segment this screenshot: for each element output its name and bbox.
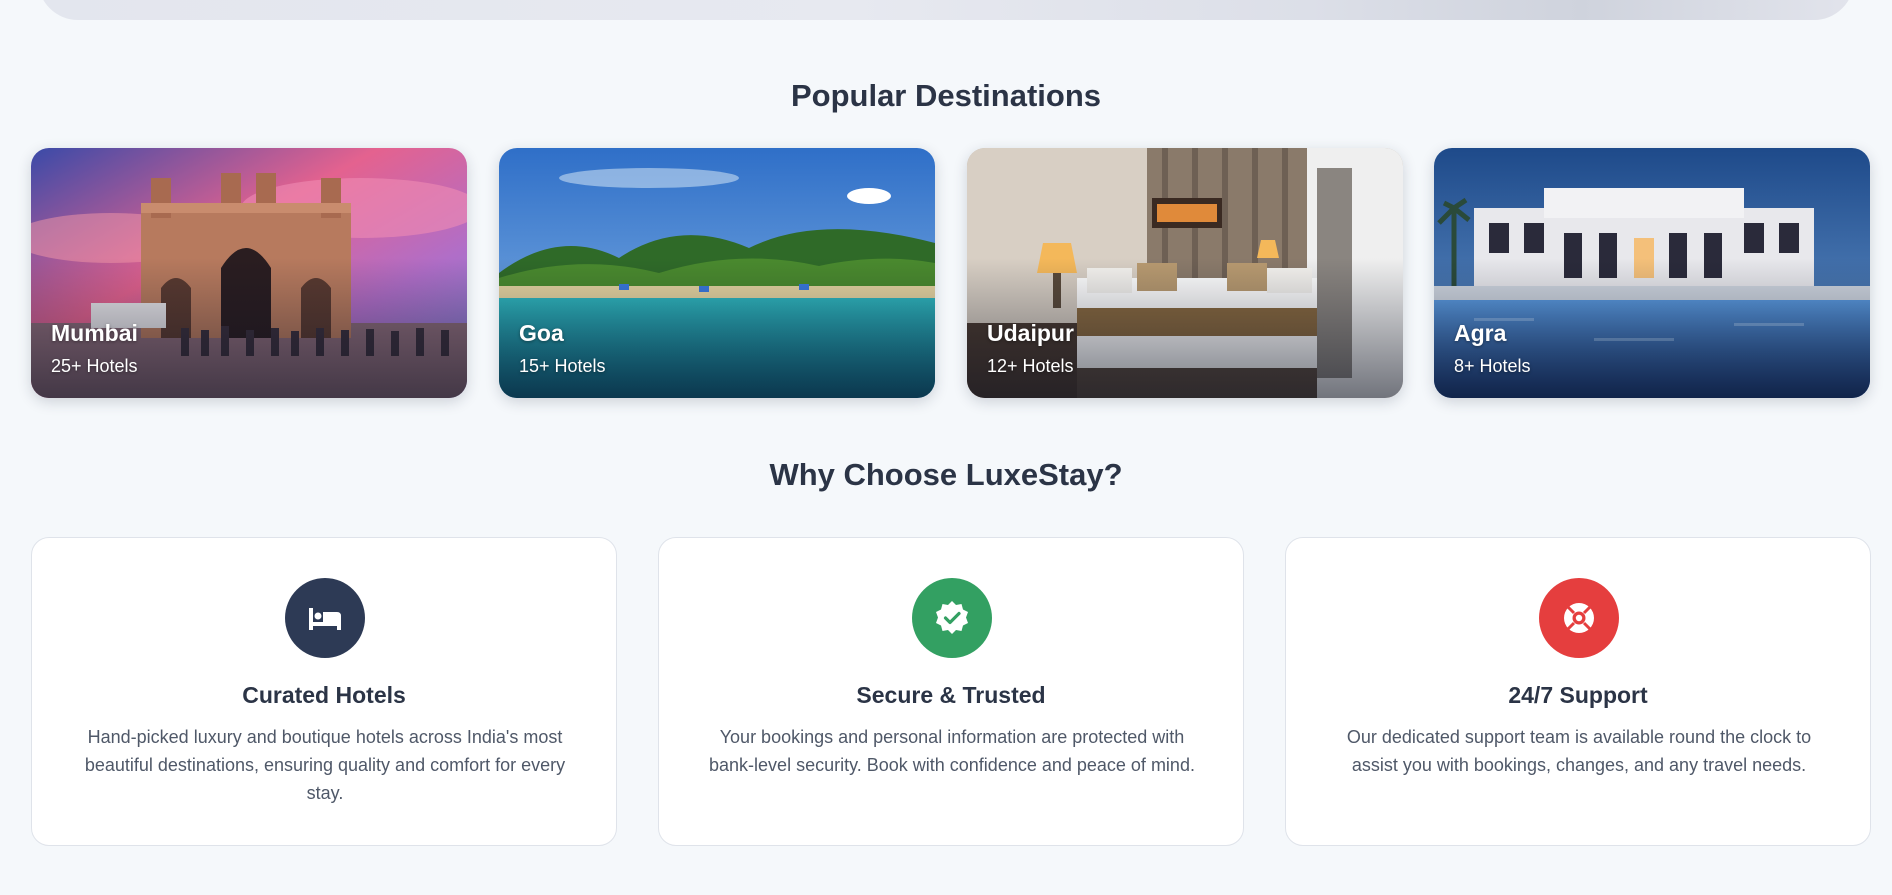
feature-title: 24/7 Support bbox=[1508, 682, 1648, 708]
section-title-why-choose: Why Choose LuxeStay? bbox=[769, 457, 1123, 492]
feature-card-secure-trusted: Secure & Trusted Your bookings and perso… bbox=[658, 537, 1244, 846]
bed-icon bbox=[285, 578, 365, 658]
destination-name: Goa bbox=[519, 320, 564, 346]
hero-banner-bottom bbox=[38, 0, 1854, 20]
feature-description: Your bookings and personal information a… bbox=[709, 727, 1195, 775]
destination-card-udaipur[interactable]: Udaipur 12+ Hotels bbox=[967, 148, 1403, 398]
destination-name: Mumbai bbox=[51, 320, 138, 346]
feature-card-curated-hotels: Curated Hotels Hand-picked luxury and bo… bbox=[31, 537, 617, 846]
feature-description: Our dedicated support team is available … bbox=[1346, 727, 1812, 775]
destination-hotel-count: 12+ Hotels bbox=[987, 356, 1074, 376]
feature-card-support: 24/7 Support Our dedicated support team … bbox=[1285, 537, 1871, 846]
feature-title: Secure & Trusted bbox=[856, 682, 1046, 708]
lifebuoy-icon bbox=[1539, 578, 1619, 658]
card-overlay bbox=[499, 258, 935, 398]
destination-hotel-count: 15+ Hotels bbox=[519, 356, 606, 376]
destination-name: Agra bbox=[1454, 320, 1507, 346]
destination-card-mumbai[interactable]: Mumbai 25+ Hotels bbox=[31, 148, 467, 398]
section-title-popular-destinations: Popular Destinations bbox=[790, 78, 1102, 113]
destination-hotel-count: 25+ Hotels bbox=[51, 356, 138, 376]
verified-badge-icon bbox=[912, 578, 992, 658]
destination-hotel-count: 8+ Hotels bbox=[1454, 356, 1531, 376]
feature-description: Hand-picked luxury and boutique hotels a… bbox=[84, 727, 566, 803]
destination-card-agra[interactable]: Agra 8+ Hotels bbox=[1434, 148, 1870, 398]
destination-name: Udaipur bbox=[987, 320, 1074, 346]
destination-card-goa[interactable]: Goa 15+ Hotels bbox=[499, 148, 935, 398]
feature-title: Curated Hotels bbox=[242, 682, 406, 708]
